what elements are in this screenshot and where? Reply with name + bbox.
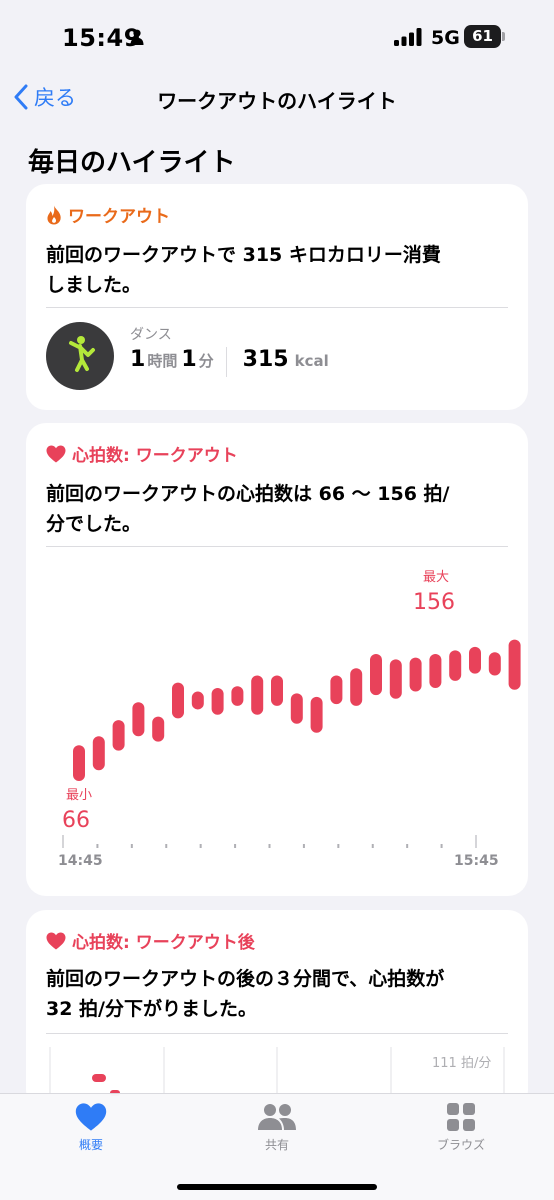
section-title: 毎日のハイライト	[28, 148, 236, 178]
page-title: ワークアウトのハイライト	[157, 89, 397, 113]
tab-sharing[interactable]: 共有	[227, 1102, 327, 1153]
heart-rate-chart: 最小 66 最大 156 14:45 15:45	[58, 570, 521, 869]
workout-metrics: 1 時間 1 分 315 kcal	[130, 347, 333, 377]
heart-icon	[75, 1103, 107, 1131]
flame-icon	[47, 205, 61, 224]
people-icon	[258, 1104, 296, 1130]
heart-rate-bar	[191, 691, 204, 710]
person-icon	[130, 29, 144, 45]
heart-rate-bar	[132, 702, 145, 737]
heart-rate-bar	[409, 657, 422, 692]
tab-summary-label: 概要	[78, 1138, 103, 1152]
calories-value: 315	[242, 347, 289, 372]
recovery-point	[92, 1074, 106, 1082]
heart-rate-bar	[231, 686, 244, 706]
heart-rate-bar	[469, 646, 481, 674]
battery-icon: 61	[464, 25, 506, 48]
heart-rate-bar	[251, 675, 264, 715]
battery-level: 61	[464, 25, 501, 48]
duration-hours-unit: 時間	[147, 352, 178, 370]
home-indicator	[177, 1184, 377, 1190]
x-axis-start-label: 14:45	[58, 853, 103, 869]
recovery-chart: 111 拍/分	[49, 1047, 505, 1110]
tab-sharing-label: 共有	[264, 1138, 289, 1152]
navigation-bar: 戻る ワークアウトのハイライト	[0, 78, 554, 118]
dancer-icon	[69, 336, 95, 372]
status-bar: 15:49 5G 61	[0, 0, 554, 70]
heart-rate-bar	[310, 696, 323, 733]
heart-rate-bar	[152, 716, 165, 742]
network-type: 5G	[431, 27, 460, 49]
dance-workout-icon	[46, 322, 114, 390]
x-axis-end-label: 15:45	[454, 853, 499, 869]
workout-card-title: ワークアウト	[68, 207, 170, 227]
duration-hours: 1	[130, 347, 146, 372]
duration-minutes: 1	[181, 347, 197, 372]
heart-rate-card[interactable]: 心拍数: ワークアウト 前回のワークアウトの心拍数は 66 〜 156 拍/ 分…	[26, 423, 528, 896]
workout-summary-line-2: しました。	[46, 274, 142, 296]
workout-card[interactable]: ワークアウト 前回のワークアウトで 315 キロカロリー消費 しました。 ダンス…	[26, 184, 528, 410]
tab-browse-label: ブラウズ	[436, 1138, 485, 1152]
time-axis-ticks	[62, 835, 477, 848]
workout-card-header: ワークアウト	[46, 202, 170, 227]
duration-minutes-unit: 分	[198, 352, 214, 370]
heart-rate-bar	[73, 745, 85, 781]
heart-rate-bar	[449, 650, 462, 681]
heart-rate-bar	[271, 675, 283, 706]
calories-unit: kcal	[294, 352, 329, 370]
heart-rate-bar	[290, 693, 303, 724]
workout-summary: 前回のワークアウトで 315 キロカロリー消費 しました。	[46, 240, 508, 300]
heart-rate-bar	[92, 736, 105, 771]
heart-rate-bar	[112, 720, 125, 751]
heart-rate-bar	[350, 668, 363, 706]
divider	[46, 307, 508, 308]
tab-browse[interactable]: ブラウズ	[411, 1102, 511, 1153]
grid-icon	[447, 1103, 475, 1131]
tab-summary[interactable]: 概要	[41, 1102, 141, 1153]
heart-rate-bar	[508, 639, 521, 690]
activity-name: ダンス	[130, 327, 172, 343]
battery-cap	[502, 32, 505, 41]
heart-rate-recovery-card[interactable]: 心拍数: ワークアウト後 前回のワークアウトの後の３分間で、心拍数が 32 拍/…	[26, 910, 528, 1110]
recovery-axis-max-label: 111 拍/分	[432, 1056, 491, 1071]
min-value: 66	[62, 808, 90, 833]
max-value: 156	[413, 590, 455, 615]
workout-summary-line-1: 前回のワークアウトで 315 キロカロリー消費	[46, 244, 441, 266]
max-label: 最大	[423, 570, 449, 585]
heart-rate-bar	[330, 675, 343, 705]
min-label: 最小	[66, 788, 92, 803]
metric-separator	[225, 347, 227, 377]
heart-rate-bar	[211, 687, 224, 715]
heart-rate-bar	[370, 653, 382, 696]
heart-rate-bar	[172, 682, 184, 719]
heart-rate-bar	[488, 652, 501, 676]
heart-rate-bar	[429, 653, 442, 688]
heart-rate-bars	[73, 639, 521, 781]
cellular-signal-icon	[394, 28, 422, 46]
heart-rate-bar	[389, 659, 402, 699]
